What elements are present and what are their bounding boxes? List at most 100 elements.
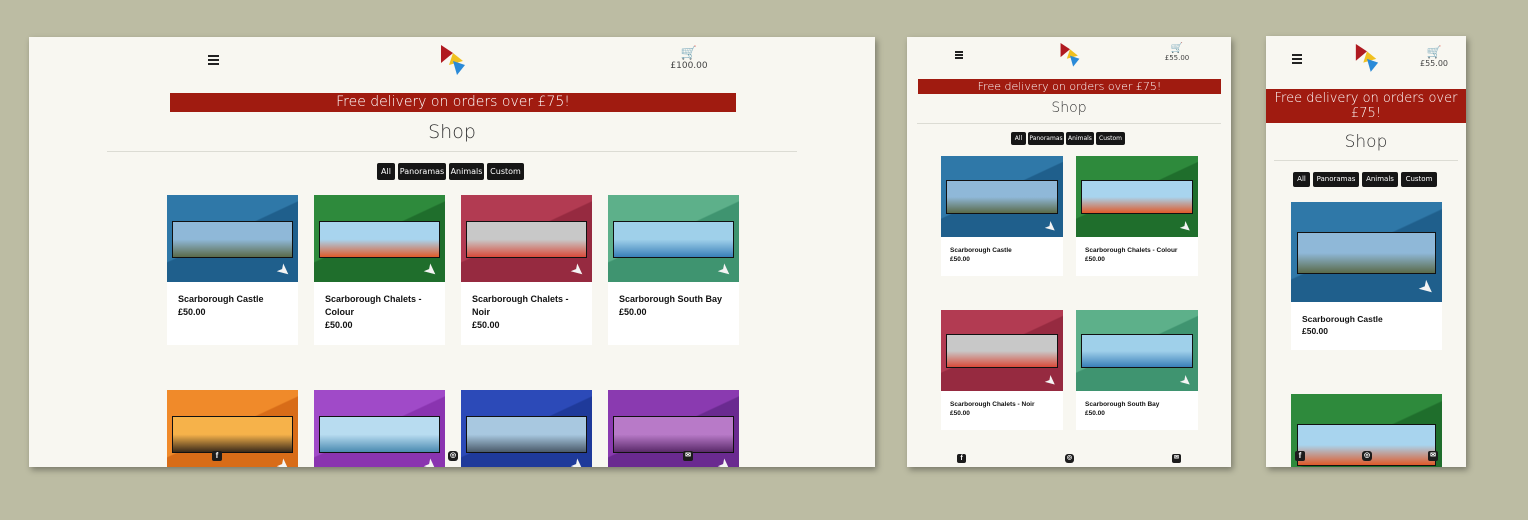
cart-total: £55.00 [1164, 54, 1190, 62]
product-details: Scarborough South Bay £50.00 [608, 282, 739, 330]
cart-icon: 🛒 [1170, 43, 1184, 54]
logo-icon[interactable] [1059, 41, 1081, 67]
product-details: Scarborough Castle £50.00 [1291, 302, 1442, 349]
product-image[interactable]: ➤ [1076, 156, 1198, 237]
cart-icon: 🛒 [1426, 45, 1442, 59]
cart-total: £100.00 [670, 61, 708, 71]
mobile-screen: 🛒 £55.00 Free delivery on orders over £7… [1266, 36, 1466, 467]
product-details: Scarborough Chalets - Noir £50.00 [461, 282, 592, 343]
filter-custom-button[interactable]: Custom [487, 163, 524, 180]
panorama-photo [1080, 334, 1194, 369]
product-details: Scarborough Chalets - Colour £50.00 [1076, 237, 1198, 274]
logo-icon[interactable] [439, 43, 467, 75]
title-divider [107, 151, 797, 152]
hamburger-menu-icon[interactable] [1292, 54, 1302, 66]
filter-panoramas-button[interactable]: Panoramas [398, 163, 446, 180]
product-details: Scarborough Chalets - Noir £50.00 [941, 391, 1063, 428]
cart-button[interactable]: 🛒 £100.00 [669, 46, 709, 71]
product-card[interactable]: ➤ Scarborough Castle £50.00 [1291, 202, 1442, 350]
product-name[interactable]: Scarborough Castle [950, 246, 1054, 255]
filter-custom-button[interactable]: Custom [1401, 172, 1437, 187]
product-image[interactable]: ➤ [941, 156, 1063, 237]
product-card[interactable]: ➤ Scarborough Castle £50.00 [941, 156, 1063, 276]
product-price: £50.00 [178, 307, 206, 318]
footer-social-bar: f ◎ ✉ [29, 448, 875, 464]
product-name[interactable]: Scarborough Chalets - Noir [472, 293, 581, 319]
product-price: £50.00 [1302, 326, 1328, 337]
product-card[interactable]: ➤ Scarborough South Bay £50.00 [1076, 310, 1198, 430]
product-price: £50.00 [472, 320, 500, 331]
footer-social-bar: f ◎ ✉ [1266, 449, 1466, 463]
product-name[interactable]: Scarborough Chalets - Colour [325, 293, 434, 319]
desktop-screen: 🛒 £100.00 Free delivery on orders over £… [29, 37, 875, 467]
cart-total: £55.00 [1420, 59, 1448, 68]
product-details: Scarborough Chalets - Colour £50.00 [314, 282, 445, 343]
product-name[interactable]: Scarborough Chalets - Noir [950, 400, 1054, 409]
product-card[interactable]: ➤ Scarborough Chalets - Colour £50.00 [314, 195, 445, 345]
instagram-icon[interactable]: ◎ [1065, 453, 1074, 463]
filter-panoramas-button[interactable]: Panoramas [1028, 132, 1064, 145]
product-image[interactable]: ➤ [608, 195, 739, 282]
page-title: Shop [1344, 132, 1388, 152]
cart-button[interactable]: 🛒 £55.00 [1417, 45, 1451, 68]
free-delivery-banner: Free delivery on orders over £75! [918, 79, 1221, 94]
panorama-photo [1297, 232, 1436, 274]
free-delivery-banner: Free delivery on orders over £75! [1266, 89, 1466, 123]
filter-custom-button[interactable]: Custom [1096, 132, 1125, 145]
product-price: £50.00 [950, 410, 970, 418]
product-details: Scarborough South Bay £50.00 [1076, 391, 1198, 428]
cart-icon: 🛒 [680, 46, 698, 61]
product-image[interactable]: ➤ [167, 195, 298, 282]
facebook-icon[interactable]: f [957, 453, 966, 463]
filter-animals-button[interactable]: Animals [449, 163, 484, 180]
free-delivery-banner: Free delivery on orders over £75! [170, 93, 736, 112]
panorama-photo [172, 221, 293, 258]
product-price: £50.00 [325, 320, 353, 331]
filter-all-button[interactable]: All [1293, 172, 1310, 187]
hamburger-menu-icon[interactable] [955, 51, 963, 61]
tablet-screen: 🛒 £55.00 Free delivery on orders over £7… [907, 37, 1231, 467]
product-price: £50.00 [1085, 410, 1105, 418]
filter-all-button[interactable]: All [377, 163, 395, 180]
panorama-photo [945, 180, 1059, 215]
product-details: Scarborough Castle £50.00 [167, 282, 298, 330]
logo-icon[interactable] [1354, 42, 1380, 72]
product-image[interactable]: ➤ [461, 195, 592, 282]
filter-all-button[interactable]: All [1011, 132, 1026, 145]
product-name[interactable]: Scarborough South Bay [1085, 400, 1189, 409]
product-image[interactable]: ➤ [941, 310, 1063, 391]
email-icon[interactable]: ✉ [1428, 451, 1438, 461]
facebook-icon[interactable]: f [212, 451, 222, 461]
product-details: Scarborough Castle £50.00 [941, 237, 1063, 274]
product-name[interactable]: Scarborough Castle [1302, 313, 1431, 325]
product-card[interactable]: ➤ Scarborough Chalets - Noir £50.00 [941, 310, 1063, 430]
product-image[interactable]: ➤ [1076, 310, 1198, 391]
panorama-photo [945, 334, 1059, 369]
product-card[interactable]: ➤ Scarborough South Bay £50.00 [608, 195, 739, 345]
email-icon[interactable]: ✉ [1172, 453, 1181, 463]
instagram-icon[interactable]: ◎ [448, 451, 458, 461]
facebook-icon[interactable]: f [1295, 451, 1305, 461]
product-price: £50.00 [950, 256, 970, 264]
product-name[interactable]: Scarborough South Bay [619, 293, 728, 306]
filter-panoramas-button[interactable]: Panoramas [1313, 172, 1359, 187]
product-image[interactable]: ➤ [1291, 202, 1442, 302]
product-card[interactable]: ➤ Scarborough Chalets - Colour £50.00 [1076, 156, 1198, 276]
instagram-icon[interactable]: ◎ [1362, 451, 1372, 461]
panorama-photo [466, 221, 587, 258]
product-name[interactable]: Scarborough Chalets - Colour [1085, 246, 1189, 255]
hamburger-menu-icon[interactable] [208, 55, 219, 67]
product-card[interactable]: ➤ Scarborough Castle £50.00 [167, 195, 298, 345]
cart-button[interactable]: 🛒 £55.00 [1161, 43, 1193, 62]
email-icon[interactable]: ✉ [683, 451, 693, 461]
panorama-photo [613, 221, 734, 258]
page-title: Shop [1051, 100, 1087, 116]
filter-animals-button[interactable]: Animals [1066, 132, 1094, 145]
product-image[interactable]: ➤ [314, 195, 445, 282]
footer-social-bar: f ◎ ✉ [907, 452, 1231, 464]
product-price: £50.00 [619, 307, 647, 318]
filter-animals-button[interactable]: Animals [1362, 172, 1398, 187]
product-name[interactable]: Scarborough Castle [178, 293, 287, 306]
title-divider [917, 123, 1221, 124]
product-card[interactable]: ➤ Scarborough Chalets - Noir £50.00 [461, 195, 592, 345]
